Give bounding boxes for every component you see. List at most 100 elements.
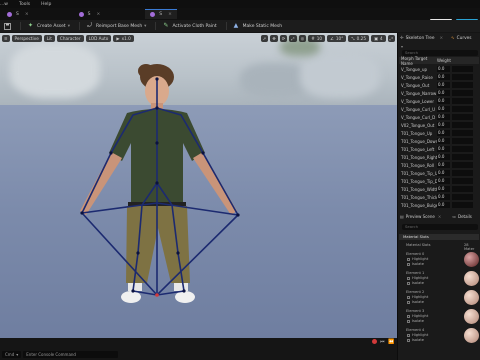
- world-space-button[interactable]: ◎: [298, 35, 307, 42]
- make-static-mesh-button[interactable]: ▲ Make Static Mesh: [234, 23, 282, 29]
- weight-input[interactable]: 0.0: [437, 146, 450, 152]
- scale-snap-button[interactable]: ⤡ 0.25: [348, 35, 369, 42]
- viewport[interactable]: [0, 33, 397, 338]
- tab-asset-3[interactable]: S ×: [145, 9, 177, 19]
- morph-target-row[interactable]: T01_Tongue_Left 0.0: [399, 145, 479, 153]
- weight-input[interactable]: 0.0: [437, 154, 450, 160]
- skip-back-icon[interactable]: ⏮: [380, 339, 385, 345]
- material-slots-section[interactable]: Material Slots: [399, 234, 479, 240]
- weight-slider[interactable]: [452, 74, 473, 80]
- menu-help[interactable]: Help: [41, 2, 51, 7]
- step-back-icon[interactable]: ⏪: [388, 339, 394, 345]
- perspective-button[interactable]: Perspective: [11, 35, 42, 42]
- weight-slider[interactable]: [452, 130, 473, 136]
- weight-input[interactable]: 0.0: [437, 82, 450, 88]
- activate-cloth-paint-button[interactable]: ✎ Activate Cloth Paint: [163, 23, 216, 29]
- highlight-checkbox[interactable]: Highlight: [407, 276, 428, 280]
- weight-slider[interactable]: [452, 98, 473, 104]
- morph-target-row[interactable]: T01_Tongue_Thick 0.0: [399, 193, 479, 201]
- weight-slider[interactable]: [452, 90, 473, 96]
- morph-target-row[interactable]: V_Tongue_Out 0.0: [399, 81, 479, 89]
- lod-button[interactable]: LOD Auto: [85, 35, 112, 42]
- weight-input[interactable]: 0.0: [437, 98, 450, 104]
- isolate-checkbox[interactable]: Isolate: [407, 262, 424, 266]
- morph-target-row[interactable]: V_Tongue_Lower 0.0: [399, 97, 479, 105]
- console-input[interactable]: Enter Console Command: [23, 350, 119, 358]
- weight-input[interactable]: 0.0: [437, 138, 450, 144]
- cmd-dropdown[interactable]: Cmd ▾: [2, 350, 22, 358]
- material-thumbnail[interactable]: [464, 271, 479, 286]
- highlight-checkbox[interactable]: Highlight: [407, 257, 428, 261]
- close-icon[interactable]: ×: [25, 12, 29, 17]
- material-thumbnail[interactable]: [464, 328, 479, 343]
- grid-snap-button[interactable]: #10: [308, 35, 326, 42]
- weight-slider[interactable]: [452, 194, 473, 200]
- weight-slider[interactable]: [452, 146, 473, 152]
- weight-slider[interactable]: [452, 114, 473, 120]
- morph-target-row[interactable]: V_Tongue_Curl_D 0.0: [399, 113, 479, 121]
- column-morph-name[interactable]: Morph Target Name: [399, 56, 437, 66]
- tab-curves[interactable]: ∿ Curves: [451, 34, 472, 43]
- weight-input[interactable]: 0.0: [437, 186, 450, 192]
- lit-button[interactable]: Lit: [43, 35, 55, 42]
- weight-input[interactable]: 0.0: [437, 170, 450, 176]
- close-icon[interactable]: ×: [168, 12, 172, 17]
- weight-input[interactable]: 0.0: [437, 106, 450, 112]
- morph-target-row[interactable]: T01_Tongue_Tip_Up 0.0: [399, 169, 479, 177]
- weight-input[interactable]: 0.0: [437, 178, 450, 184]
- tab-asset-1[interactable]: S ×: [2, 9, 34, 19]
- play-speed-button[interactable]: ▶ x1.0: [113, 35, 134, 42]
- morph-target-row[interactable]: T01_Tongue_Bulge 0.0: [399, 201, 479, 209]
- scale-mode-button[interactable]: ⤢: [289, 35, 297, 42]
- weight-input[interactable]: 0.0: [437, 66, 450, 72]
- rotate-mode-button[interactable]: ⟳: [279, 35, 288, 42]
- translate-mode-button[interactable]: ✥: [270, 35, 278, 42]
- menu-window[interactable]: ...w: [0, 2, 8, 7]
- weight-slider[interactable]: [452, 170, 473, 176]
- morph-target-row[interactable]: V_Tongue_up 0.0: [399, 65, 479, 73]
- camera-speed-button[interactable]: ▣ 4: [371, 35, 386, 42]
- reimport-base-mesh-button[interactable]: ⤾ Reimport Base Mesh ▾: [87, 23, 146, 29]
- select-mode-button[interactable]: ➚: [260, 35, 269, 42]
- isolate-checkbox[interactable]: Isolate: [407, 338, 424, 342]
- weight-slider[interactable]: [452, 154, 473, 160]
- weight-input[interactable]: 0.0: [437, 202, 450, 208]
- weight-input[interactable]: 0.0: [437, 194, 450, 200]
- details-search-input[interactable]: Search: [402, 224, 478, 230]
- menu-tools[interactable]: Tools: [19, 2, 30, 7]
- morph-target-row[interactable]: V02_Tongue_Out 0.0: [399, 121, 479, 129]
- tab-skeleton-tree[interactable]: ✢ Skeleton Tree ×: [400, 34, 443, 43]
- weight-input[interactable]: 0.0: [437, 114, 450, 120]
- weight-slider[interactable]: [452, 122, 473, 128]
- close-icon[interactable]: ×: [438, 214, 441, 219]
- character-button[interactable]: Character: [56, 35, 84, 42]
- morph-target-row[interactable]: V_Tongue_Narrow 0.0: [399, 89, 479, 97]
- morph-target-row[interactable]: T01_Tongue_Tip_Down0.0: [399, 177, 479, 185]
- highlight-checkbox[interactable]: Highlight: [407, 295, 428, 299]
- isolate-checkbox[interactable]: Isolate: [407, 281, 424, 285]
- weight-input[interactable]: 0.0: [437, 122, 450, 128]
- weight-input[interactable]: 0.0: [437, 130, 450, 136]
- weight-slider[interactable]: [452, 186, 473, 192]
- tab-asset-2[interactable]: S ×: [74, 9, 106, 19]
- column-weight[interactable]: Weight: [437, 58, 467, 63]
- weight-slider[interactable]: [452, 106, 473, 112]
- morph-target-row[interactable]: T01_Tongue_Down 0.0: [399, 137, 479, 145]
- morph-target-row[interactable]: T01_Tongue_Width 0.0: [399, 185, 479, 193]
- weight-slider[interactable]: [452, 82, 473, 88]
- highlight-checkbox[interactable]: Highlight: [407, 333, 428, 337]
- weight-slider[interactable]: [452, 178, 473, 184]
- weight-slider[interactable]: [452, 138, 473, 144]
- rotation-snap-button[interactable]: ∠ 10°: [327, 35, 347, 42]
- save-button[interactable]: [4, 22, 11, 30]
- create-asset-button[interactable]: ✦ Create Asset ▾: [28, 23, 70, 29]
- highlight-checkbox[interactable]: Highlight: [407, 314, 428, 318]
- weight-slider[interactable]: [452, 162, 473, 168]
- morph-target-row[interactable]: T01_Tongue_Right 0.0: [399, 153, 479, 161]
- morph-target-row[interactable]: V_Tongue_Raise 0.0: [399, 73, 479, 81]
- weight-slider[interactable]: [452, 202, 473, 208]
- record-icon[interactable]: [372, 339, 377, 344]
- isolate-checkbox[interactable]: Isolate: [407, 300, 424, 304]
- tab-preview-scene[interactable]: ▤ Preview Scene ×: [400, 212, 441, 220]
- viewport-options-button[interactable]: ≡: [2, 35, 10, 42]
